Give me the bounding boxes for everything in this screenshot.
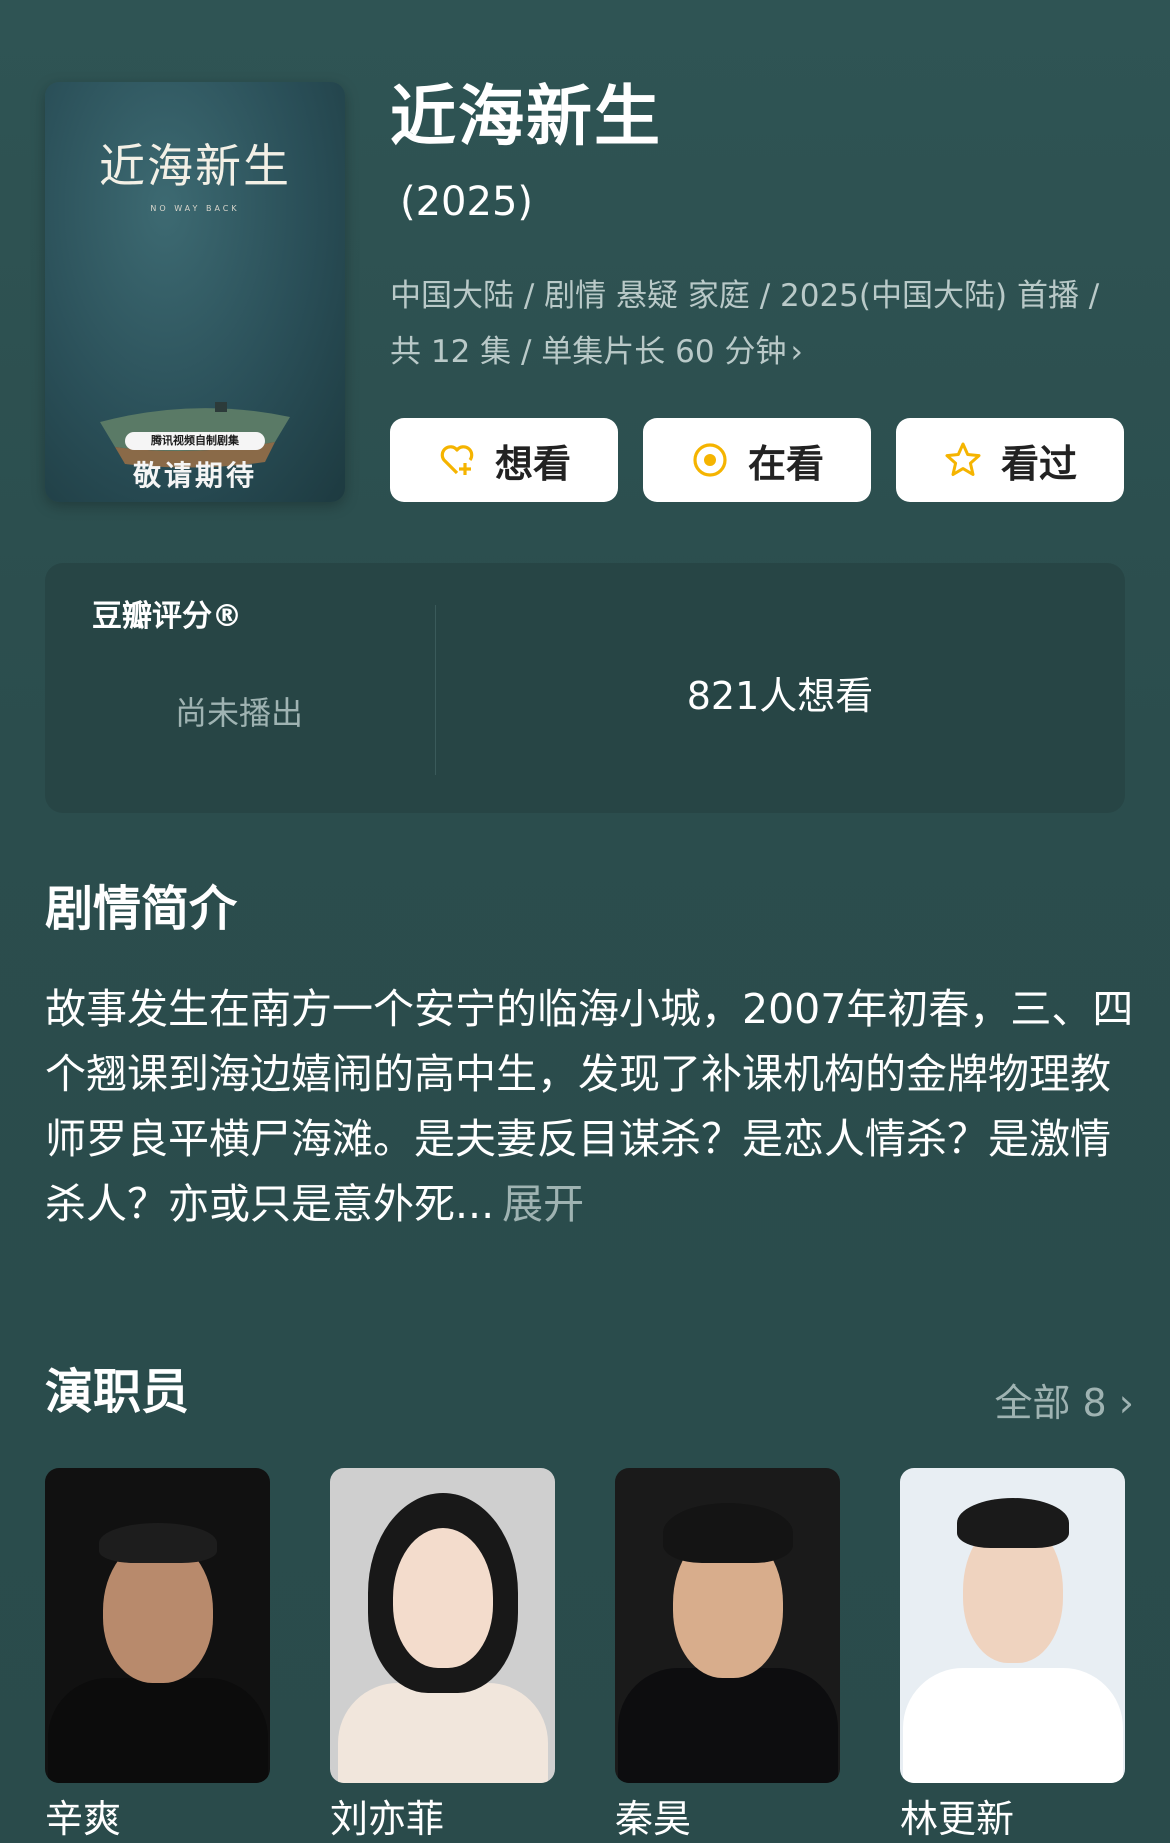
show-meta[interactable]: 中国大陆 / 剧情 悬疑 家庭 / 2025(中国大陆) 首播 / 共 12 集… [390,268,1100,380]
want-count: 821人想看 [686,674,874,718]
cast-name-4[interactable]: 林更新 [900,1800,1014,1838]
cast-photo-3[interactable] [615,1468,840,1783]
watching-label: 在看 [747,441,824,486]
cast-name-2[interactable]: 刘亦菲 [330,1800,444,1838]
synopsis-body: 故事发生在南方一个安宁的临海小城，2007年初春，三、四个翘课到海边嬉闹的高中生… [45,985,1134,1228]
expand-link[interactable]: 展开 [502,1180,584,1228]
cast-name-3[interactable]: 秦昊 [615,1800,691,1838]
rating-label: 豆瓣评分® [92,599,242,634]
cast-photo-1[interactable] [45,1468,270,1783]
watching-button[interactable]: 在看 [643,418,871,502]
cast-all-link[interactable]: 全部 8 › [994,1372,1134,1427]
rating-status: 尚未播出 [175,694,304,732]
release-year: (2025) [400,179,534,225]
poster-title: 近海新生 [99,139,291,193]
poster-subtitle: NO WAY BACK [150,204,240,213]
synopsis-heading: 剧情简介 [45,881,238,937]
star-icon [943,440,983,480]
show-meta-text: 中国大陆 / 剧情 悬疑 家庭 / 2025(中国大陆) 首播 / 共 12 集… [390,278,1100,370]
page: 近海新生 NO WAY BACK 腾讯视频自制剧集 敬请期待 近海新生 (202… [0,0,1170,1843]
poster-image[interactable]: 近海新生 NO WAY BACK 腾讯视频自制剧集 敬请期待 [45,82,345,502]
cast-photo-4[interactable] [900,1468,1125,1783]
poster-tag: 腾讯视频自制剧集 [125,432,265,450]
rating-card[interactable]: 豆瓣评分® 尚未播出 821人想看 [45,563,1125,813]
cast-photo-2[interactable] [330,1468,555,1783]
want-to-watch-label: 想看 [494,441,571,486]
poster-await: 敬请期待 [132,459,257,492]
chevron-right-icon: › [790,334,803,370]
cast-heading: 演职员 [45,1364,190,1420]
synopsis-text: 故事发生在南方一个安宁的临海小城，2007年初春，三、四个翘课到海边嬉闹的高中生… [45,977,1135,1237]
want-to-watch-button[interactable]: 想看 [390,418,618,502]
target-circle-icon [690,440,730,480]
watched-button[interactable]: 看过 [896,418,1124,502]
cast-name-1[interactable]: 辛爽 [45,1800,121,1838]
watched-label: 看过 [1000,441,1077,486]
page-title: 近海新生 [390,78,662,155]
heart-plus-icon [437,440,477,480]
